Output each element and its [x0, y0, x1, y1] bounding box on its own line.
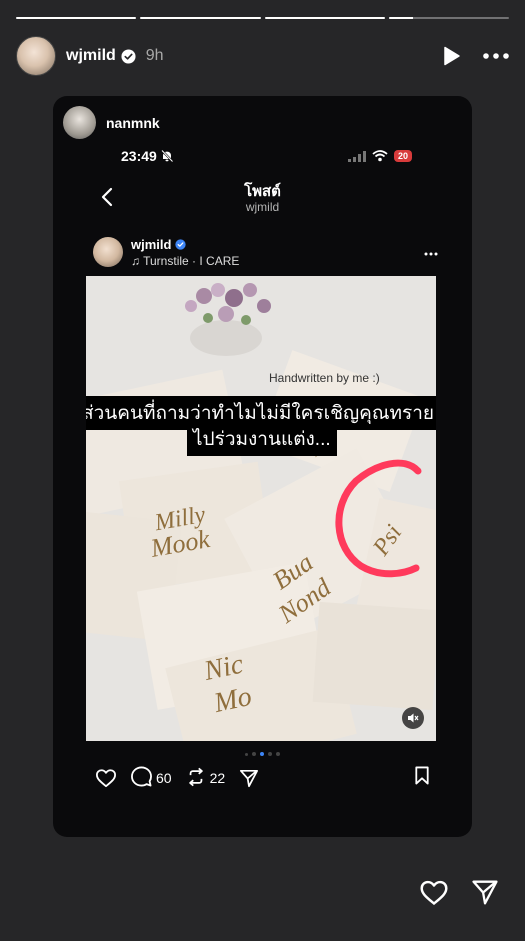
story-username[interactable]: wjmild: [66, 47, 116, 65]
post-navbar: โพสต์ wjmild: [83, 176, 442, 220]
progress-segment: [140, 17, 261, 19]
post-header: wjmild ♫ Turnstile · I CARE: [93, 234, 438, 270]
post-avatar[interactable]: [93, 237, 123, 267]
wifi-icon: [372, 150, 388, 162]
carousel-indicator: [53, 752, 472, 756]
story-card[interactable]: nanmnk 23:49 20 โพสต์ wjmild wjmild ♫ Tu…: [53, 96, 472, 837]
play-icon[interactable]: [443, 46, 461, 66]
story-viewer: wjmild 9h nanmnk 23:49 20 โพสต์ wjmild w…: [0, 0, 525, 941]
story-progress: [16, 17, 509, 19]
envelopes-illustration: Milly Mook Bua Nond Nic Mo Tay Psi: [86, 276, 436, 741]
like-icon[interactable]: [95, 768, 117, 788]
story-footer: [419, 879, 499, 911]
verified-icon: [121, 48, 136, 64]
carousel-dot: [245, 752, 248, 756]
story-time: 9h: [145, 47, 164, 64]
phone-status-bar: 23:49 20: [121, 146, 412, 166]
music-track[interactable]: Turnstile · I CARE: [143, 254, 239, 268]
like-story-icon[interactable]: [419, 879, 449, 911]
reshare-header: nanmnk: [63, 106, 160, 139]
mute-icon[interactable]: [402, 707, 424, 729]
share-icon[interactable]: [239, 769, 259, 788]
carousel-dot: [268, 752, 272, 756]
bookmark-icon[interactable]: [414, 766, 430, 790]
progress-segment: [264, 17, 385, 19]
handwritten-label: Handwritten by me :): [269, 371, 380, 385]
more-options-icon[interactable]: [483, 53, 509, 59]
repost-count: 22: [209, 770, 226, 786]
signal-icon: [347, 150, 366, 162]
story-header: wjmild 9h: [16, 36, 509, 76]
post-actions: 60 22: [95, 766, 430, 790]
progress-segment-current: [388, 17, 509, 19]
carousel-dot: [252, 752, 256, 756]
post-username[interactable]: wjmild: [131, 237, 171, 252]
status-clock: 23:49: [121, 148, 157, 164]
post-more-icon[interactable]: [424, 243, 438, 261]
photo-caption-line2: ไปร่วมงานแต่ง...: [187, 422, 337, 456]
carousel-dot-active: [260, 752, 264, 756]
post-photo[interactable]: Milly Mook Bua Nond Nic Mo Tay Psi Handw…: [86, 276, 436, 741]
repost-icon[interactable]: [186, 767, 206, 790]
comment-count: 60: [156, 770, 172, 786]
music-note-icon: ♫: [131, 253, 140, 268]
reshare-avatar[interactable]: [63, 106, 96, 139]
comment-icon[interactable]: [131, 766, 152, 790]
reshare-username[interactable]: nanmnk: [106, 115, 160, 131]
send-icon[interactable]: [471, 879, 499, 911]
progress-segment: [16, 17, 137, 19]
verified-icon: [175, 238, 187, 250]
bell-muted-icon: [161, 149, 174, 163]
carousel-dot: [276, 752, 280, 756]
avatar[interactable]: [16, 36, 56, 76]
page-subtitle: wjmild: [245, 200, 280, 214]
battery-badge: 20: [393, 150, 412, 162]
post-music: ♫ Turnstile · I CARE: [131, 254, 239, 268]
